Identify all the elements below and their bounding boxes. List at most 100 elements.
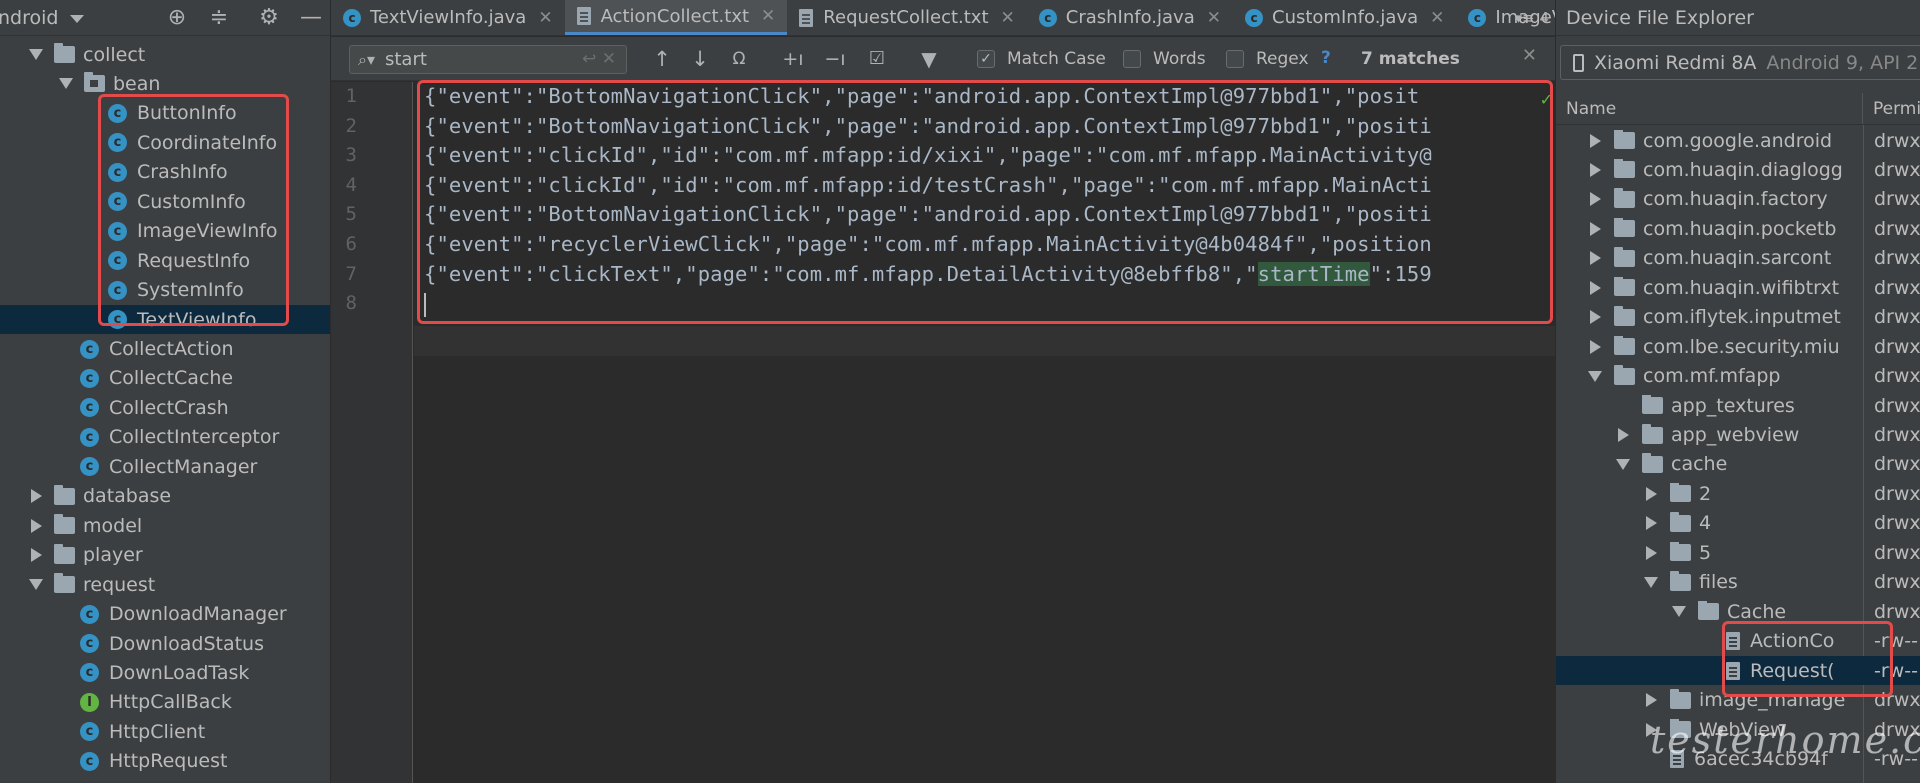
file-row[interactable]: com.huaqin.sarcont drwx (1556, 244, 1920, 273)
tree-node[interactable]: c DownloadStatus (0, 629, 330, 658)
previous-occurrence-icon[interactable]: ↑ (649, 45, 675, 73)
file-row[interactable]: Request(-rw-- (1556, 656, 1920, 686)
collapse-arrow-icon[interactable] (1586, 339, 1604, 355)
tree-node[interactable]: c CrashInfo (0, 158, 330, 187)
editor-tab[interactable]: c TextViewInfo.java ✕ (331, 0, 565, 35)
tree-node[interactable]: request (0, 570, 330, 599)
inspection-ok-icon[interactable]: ✓ (1540, 90, 1553, 109)
project-view-selector[interactable]: ndroid (0, 7, 58, 29)
editor-tab[interactable]: ActionCollect.txt ✕ (564, 0, 788, 35)
device-select[interactable]: Xiaomi Redmi 8A Android 9, API 2 (1560, 45, 1920, 80)
collapse-arrow-icon[interactable] (1586, 133, 1604, 149)
search-input[interactable] (385, 49, 535, 70)
close-icon[interactable]: ✕ (538, 8, 552, 28)
tree-node[interactable]: model (0, 511, 330, 540)
file-row[interactable]: files drwx (1556, 568, 1920, 597)
file-row[interactable]: app_textures drwx (1556, 391, 1920, 420)
chevron-down-icon[interactable] (70, 14, 85, 23)
collapse-arrow-icon[interactable] (1642, 515, 1660, 531)
expand-arrow-icon[interactable] (1670, 604, 1688, 620)
regex-option[interactable]: Regex (1226, 49, 1309, 69)
search-icon[interactable]: ⌕▾ (358, 50, 375, 70)
tree-node[interactable]: bean (0, 69, 330, 98)
editor-tab[interactable]: c CustomInfo.java ✕ (1233, 0, 1456, 35)
collapse-arrow-icon[interactable] (1642, 545, 1660, 561)
file-row[interactable]: 5 drwx (1556, 538, 1920, 567)
filter-icon[interactable]: ▼ (915, 45, 943, 73)
collapse-arrow-icon[interactable] (28, 488, 44, 504)
file-row[interactable]: ActionCo -rw-- (1556, 627, 1920, 656)
collapse-arrow-icon[interactable] (28, 547, 44, 563)
tree-node[interactable]: c CollectCrash (0, 393, 330, 422)
file-row[interactable]: com.huaqin.pocketb drwx (1556, 214, 1920, 243)
regex-checkbox[interactable] (1226, 50, 1244, 68)
words-checkbox[interactable] (1123, 50, 1141, 68)
column-name[interactable]: Name (1556, 93, 1863, 124)
tree-node[interactable]: player (0, 541, 330, 570)
tree-node[interactable]: c CollectManager (0, 452, 330, 481)
file-row[interactable]: com.mf.mfapp drwx (1556, 362, 1920, 391)
tree-node[interactable]: c DownloadManager (0, 600, 330, 629)
close-icon[interactable]: ✕ (1522, 45, 1537, 66)
collapse-arrow-icon[interactable] (1586, 221, 1604, 237)
select-all-occurrences-icon[interactable]: Ω (725, 45, 753, 73)
tree-node[interactable]: I HttpCallBack (0, 688, 330, 717)
close-icon[interactable]: ✕ (1430, 8, 1444, 28)
editor-tab[interactable]: RequestCollect.txt ✕ (787, 0, 1026, 35)
tree-node[interactable]: collect (0, 40, 330, 69)
file-row[interactable]: Cache drwx (1556, 597, 1920, 626)
tree-node[interactable]: c TextViewInfo (0, 305, 330, 335)
search-box[interactable]: ⌕▾ ↩ ✕ (349, 45, 627, 74)
select-all-matches-icon[interactable]: ☑ (863, 45, 891, 73)
file-row[interactable]: 2 drwx (1556, 479, 1920, 508)
file-row[interactable]: com.iflytek.inputmet drwx (1556, 303, 1920, 332)
file-row[interactable]: com.lbe.security.miu drwx (1556, 332, 1920, 361)
match-case-checkbox[interactable]: ✓ (977, 50, 995, 68)
collapse-arrow-icon[interactable] (28, 518, 44, 534)
add-occurrence-icon[interactable]: +ı (779, 45, 807, 73)
minimize-icon[interactable]: — (298, 5, 324, 31)
gear-icon[interactable]: ⚙ (256, 5, 282, 31)
collapse-arrow-icon[interactable] (1586, 191, 1604, 207)
collapse-all-icon[interactable]: ≑ (206, 5, 232, 31)
file-row[interactable]: image_manage drwx (1556, 686, 1920, 715)
expand-arrow-icon[interactable] (58, 76, 74, 92)
collapse-arrow-icon[interactable] (1642, 692, 1660, 708)
collapse-arrow-icon[interactable] (1586, 309, 1604, 325)
expand-arrow-icon[interactable] (1642, 574, 1660, 590)
new-line-icon[interactable]: ↩ ✕ (582, 49, 616, 69)
unselect-occurrence-icon[interactable]: −ı (821, 45, 849, 73)
tree-node[interactable]: c HttpClient (0, 717, 330, 746)
file-row[interactable]: com.huaqin.wifibtrxt drwx (1556, 273, 1920, 302)
file-row[interactable]: com.google.android drwx (1556, 126, 1920, 155)
tree-node[interactable]: c HttpRequest (0, 747, 330, 776)
next-occurrence-icon[interactable]: ↓ (687, 45, 713, 73)
collapse-arrow-icon[interactable] (1614, 427, 1632, 443)
close-icon[interactable]: ✕ (1207, 8, 1221, 28)
tab-overflow-menu[interactable]: ▾≡ 4 (1515, 0, 1555, 36)
tree-node[interactable]: c CollectInterceptor (0, 423, 330, 452)
tree-node[interactable]: c CustomInfo (0, 187, 330, 216)
tree-node[interactable]: c CoordinateInfo (0, 128, 330, 157)
locate-target-icon[interactable]: ⊕ (164, 5, 190, 31)
file-row[interactable]: cache drwx (1556, 450, 1920, 479)
expand-arrow-icon[interactable] (1614, 456, 1632, 472)
collapse-arrow-icon[interactable] (1586, 250, 1604, 266)
regex-help-link[interactable]: ? (1321, 48, 1331, 68)
tree-node[interactable]: c DownLoadTask (0, 658, 330, 687)
collapse-arrow-icon[interactable] (1586, 162, 1604, 178)
expand-arrow-icon[interactable] (1586, 368, 1604, 384)
file-row[interactable]: app_webview drwx (1556, 421, 1920, 450)
expand-arrow-icon[interactable] (28, 577, 44, 593)
close-icon[interactable]: ✕ (1001, 8, 1015, 28)
file-row[interactable]: com.huaqin.diaglogg drwx (1556, 155, 1920, 184)
tree-node[interactable]: c CollectAction (0, 335, 330, 364)
column-permissions[interactable]: Permi (1863, 99, 1920, 119)
collapse-arrow-icon[interactable] (1642, 486, 1660, 502)
tree-node[interactable]: c RequestInfo (0, 246, 330, 275)
tree-node[interactable]: c CollectCache (0, 364, 330, 393)
code-area[interactable]: {"event":"BottomNavigationClick","page":… (414, 82, 1555, 783)
tree-node[interactable]: database (0, 482, 330, 511)
file-row[interactable]: com.huaqin.factory drwx (1556, 185, 1920, 214)
tree-node[interactable]: c ImageViewInfo (0, 217, 330, 246)
